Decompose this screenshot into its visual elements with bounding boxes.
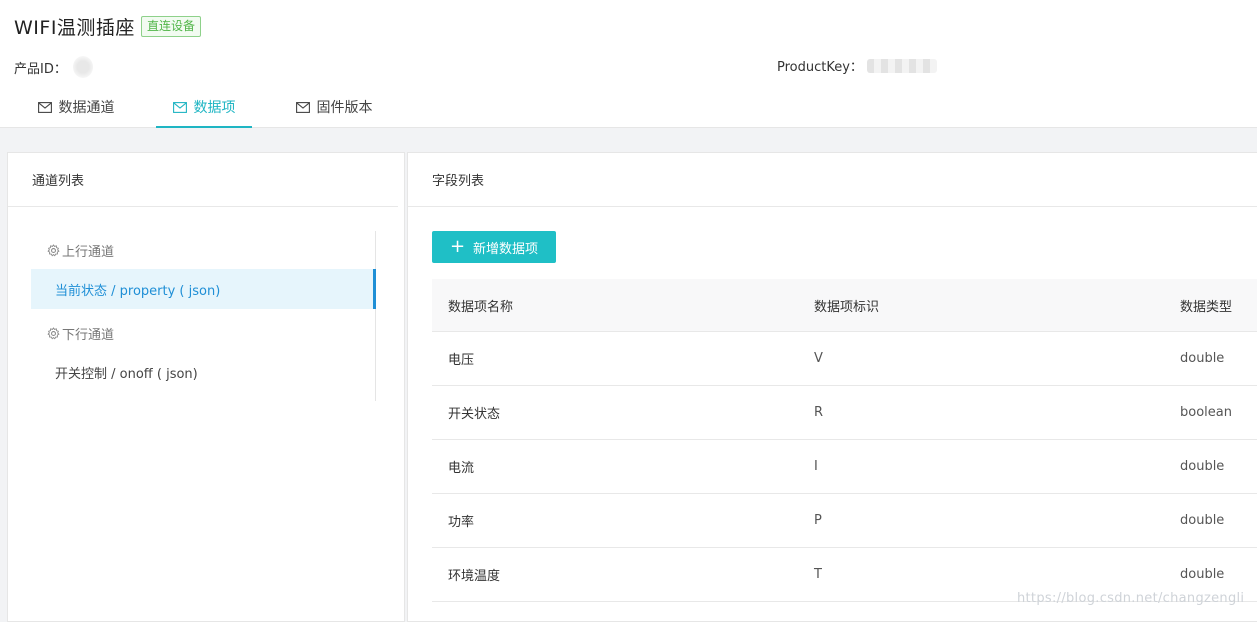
device-type-badge: 直连设备 [140,16,201,37]
product-key-row: ProductKey： [777,56,937,75]
column-header-name: 数据项名称 [448,299,514,315]
gear-icon [47,243,60,257]
cell-name: 功率 [448,515,475,530]
tab-bar: 数据通道 数据项 固件版本 [14,86,382,128]
mail-icon [295,101,310,113]
cell-name: 环境温度 [448,569,501,584]
field-table: 数据项名称 数据项标识 数据类型 电压 V double 开关状态 R bool… [432,279,1257,602]
cell-type: double [1180,513,1225,528]
tab-label: 数据项 [193,100,236,116]
mail-icon [172,101,187,113]
column-header-type: 数据类型 [1180,299,1233,315]
cell-type: double [1180,459,1225,474]
add-data-item-button[interactable]: + 新增数据项 [432,231,556,263]
channel-panel: 通道列表 上行通道 当前状态 / property ( json) 下行通道 开… [7,152,405,622]
plus-icon: + [449,236,466,257]
product-key-redacted [866,58,937,73]
table-row[interactable]: 功率 P double [432,494,1257,548]
group-label-text: 下行通道 [62,327,115,343]
group-label-text: 上行通道 [62,244,115,260]
table-row[interactable]: 电压 V double [432,332,1257,386]
channel-item-label: 开关控制 / onoff ( json) [55,366,198,382]
cell-type: boolean [1180,405,1232,420]
cell-type: double [1180,351,1225,366]
table-row[interactable]: 开关状态 R boolean [432,386,1257,440]
cell-identifier: T [814,567,822,582]
cell-type: double [1180,567,1225,582]
product-id-row: 产品ID： [14,56,93,78]
channel-group-downlink: 下行通道 [31,314,375,352]
cell-identifier: P [814,513,822,528]
cell-name: 电压 [448,353,475,368]
cell-name: 开关状态 [448,407,501,422]
gear-icon [47,326,60,340]
title-row: WIFI温测插座 直连设备 [14,13,201,40]
tab-label: 固件版本 [316,100,373,116]
column-header-identifier: 数据项标识 [814,299,880,315]
channel-panel-title: 通道列表 [8,153,398,207]
watermark: https://blog.csdn.net/changzengli [1017,591,1245,606]
tab-data-items[interactable]: 数据项 [156,86,252,128]
cell-identifier: I [814,459,818,474]
tab-label: 数据通道 [58,100,115,116]
table-header: 数据项名称 数据项标识 数据类型 [432,279,1257,332]
product-key-label: ProductKey： [777,60,863,75]
page-header: WIFI温测插座 直连设备 产品ID： ProductKey： 数据通道 数据项 [0,0,1257,128]
field-panel: 字段列表 + 新增数据项 数据项名称 数据项标识 数据类型 电压 V doubl… [407,152,1257,622]
product-id-label: 产品ID： [14,61,67,77]
tab-firmware-version[interactable]: 固件版本 [286,86,382,128]
cell-identifier: V [814,351,823,366]
channel-list: 上行通道 当前状态 / property ( json) 下行通道 开关控制 /… [31,231,376,401]
mail-icon [37,101,52,113]
channel-item-onoff[interactable]: 开关控制 / onoff ( json) [31,352,376,392]
product-id-redacted [72,56,93,78]
page-title: WIFI温测插座 [14,17,135,39]
channel-item-label: 当前状态 / property ( json) [55,283,221,299]
table-row[interactable]: 电流 I double [432,440,1257,494]
channel-item-property[interactable]: 当前状态 / property ( json) [31,269,376,309]
add-button-label: 新增数据项 [473,241,539,257]
channel-group-uplink: 上行通道 [31,231,375,269]
field-panel-title: 字段列表 [408,153,1257,207]
cell-name: 电流 [448,461,475,476]
cell-identifier: R [814,405,824,420]
tab-data-channel[interactable]: 数据通道 [14,86,138,128]
